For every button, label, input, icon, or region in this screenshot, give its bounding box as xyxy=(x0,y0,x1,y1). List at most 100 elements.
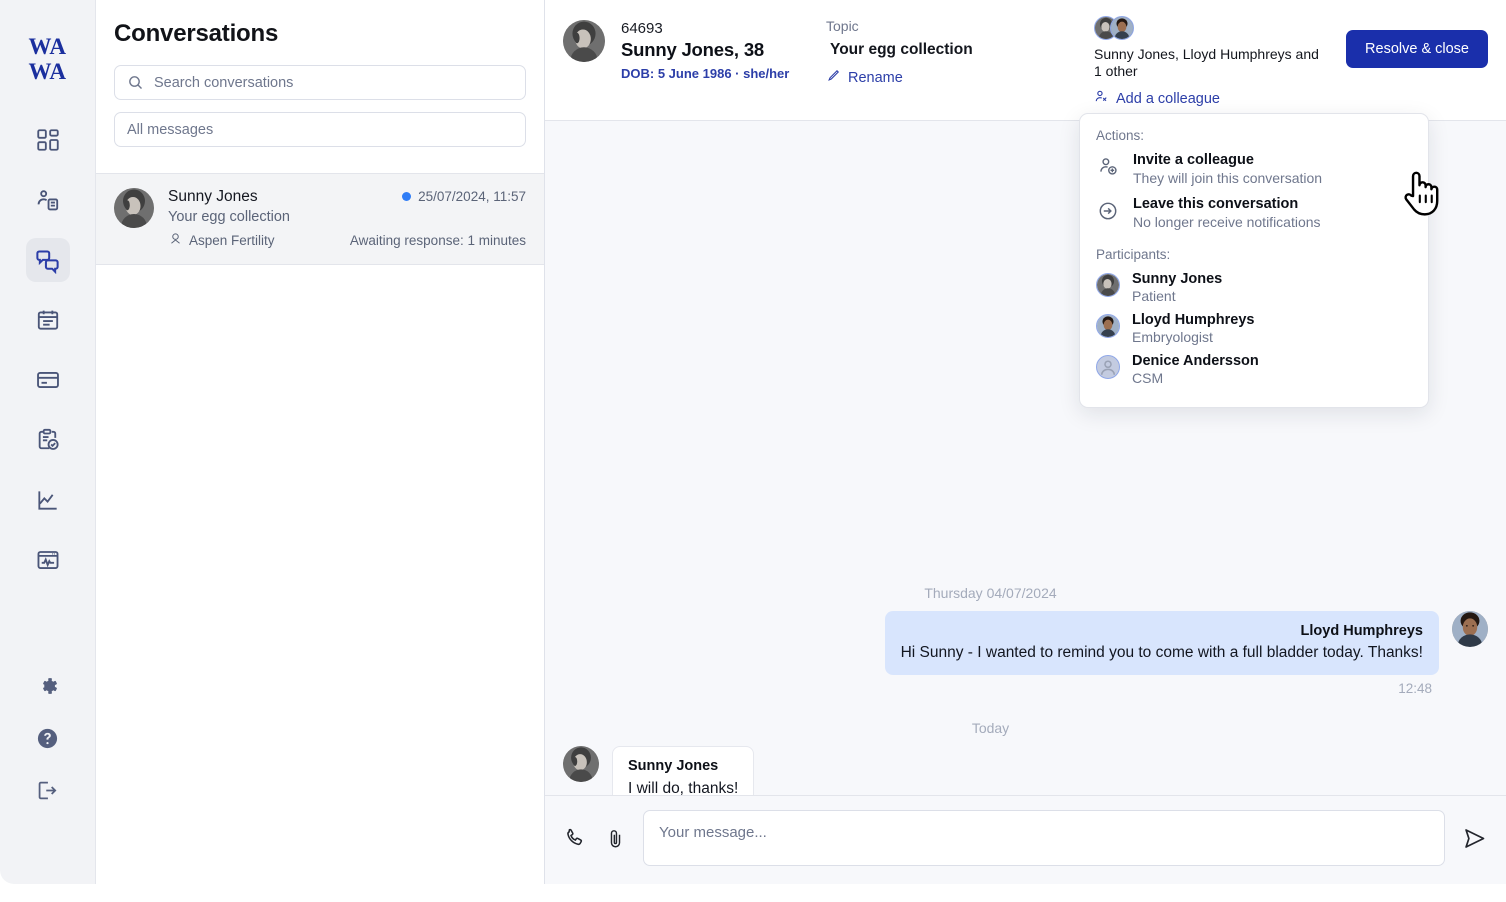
avatar xyxy=(563,20,605,62)
list-item-status: Awaiting response: 1 minutes xyxy=(350,233,526,248)
sidebar-item-dashboard[interactable] xyxy=(26,118,70,162)
popup-participant-text: Lloyd Humphreys Embryologist xyxy=(1132,312,1254,345)
message-text: Hi Sunny - I wanted to remind you to com… xyxy=(901,644,1423,662)
topic-label: Topic xyxy=(826,18,1076,34)
logo-line-1: WA xyxy=(28,34,66,59)
page-title: Conversations xyxy=(114,20,526,48)
popup-participant-role: Patient xyxy=(1132,288,1222,304)
popup-participant-name: Lloyd Humphreys xyxy=(1132,312,1254,328)
resolve-and-close-button[interactable]: Resolve & close xyxy=(1346,30,1488,68)
list-item-timestamp: 25/07/2024, 11:57 xyxy=(402,189,526,204)
list-item-time-text: 25/07/2024, 11:57 xyxy=(418,189,526,204)
leave-conversation-title: Leave this conversation xyxy=(1133,196,1321,212)
invite-colleague-text: Invite a colleague They will join this c… xyxy=(1133,152,1322,186)
conversations-icon xyxy=(34,247,61,274)
date-separator: Thursday 04/07/2024 xyxy=(563,585,1488,601)
message-text: I will do, thanks! xyxy=(628,780,738,795)
search-input[interactable]: Search conversations xyxy=(114,65,526,100)
invite-colleague-title: Invite a colleague xyxy=(1133,152,1322,168)
dashboard-icon xyxy=(35,127,61,153)
popup-participant-name: Sunny Jones xyxy=(1132,271,1222,287)
popup-participant-row[interactable]: Lloyd Humphreys Embryologist xyxy=(1096,309,1412,350)
popup-participant-row[interactable]: Sunny Jones Patient xyxy=(1096,268,1412,309)
list-item[interactable]: Sunny Jones 25/07/2024, 11:57 Your egg c… xyxy=(96,173,544,265)
message-author: Lloyd Humphreys xyxy=(901,623,1423,639)
conversation-list-header: Conversations Search conversations All m… xyxy=(96,0,544,173)
popup-participant-text: Denice Andersson CSM xyxy=(1132,353,1259,386)
sidebar-item-help[interactable] xyxy=(26,716,70,760)
leave-conversation-text: Leave this conversation No longer receiv… xyxy=(1133,196,1321,230)
rail-bottom-items xyxy=(0,664,95,812)
conversation-list-panel: Conversations Search conversations All m… xyxy=(96,0,545,884)
avatar xyxy=(1452,611,1488,647)
question-circle-icon xyxy=(35,726,60,751)
rename-label: Rename xyxy=(848,70,903,86)
participant-avatar-stack[interactable] xyxy=(1094,16,1328,40)
popup-participant-role: CSM xyxy=(1132,370,1259,386)
app-logo[interactable]: WA WA xyxy=(28,34,66,84)
popup-participant-row[interactable]: Denice Andersson CSM xyxy=(1096,350,1412,391)
list-item-name: Sunny Jones xyxy=(168,188,258,206)
sidebar-item-patients[interactable] xyxy=(26,178,70,222)
clipboard-check-icon xyxy=(35,427,61,453)
send-button[interactable] xyxy=(1461,825,1488,852)
avatar xyxy=(1096,314,1120,338)
sidebar-item-billing[interactable] xyxy=(26,358,70,402)
list-item-clinic-text: Aspen Fertility xyxy=(189,233,275,248)
message-filter-value: All messages xyxy=(127,122,213,138)
pencil-icon xyxy=(826,68,841,87)
patient-name: Sunny Jones, 38 xyxy=(621,39,789,61)
calendar-icon xyxy=(35,307,61,333)
paperclip-icon[interactable] xyxy=(604,827,627,850)
patient-record-icon xyxy=(35,187,61,213)
participants-block[interactable]: Sunny Jones, Lloyd Humphreys and 1 other… xyxy=(1094,14,1328,108)
invite-colleague-action[interactable]: Invite a colleague They will join this c… xyxy=(1096,149,1412,193)
phone-icon[interactable] xyxy=(563,826,588,851)
popup-participant-role: Embryologist xyxy=(1132,329,1254,345)
sidebar-item-analytics[interactable] xyxy=(26,478,70,522)
message-row-outgoing: Lloyd Humphreys Hi Sunny - I wanted to r… xyxy=(563,611,1488,675)
message-bubble: Sunny Jones I will do, thanks! xyxy=(612,746,754,795)
avatar-placeholder xyxy=(1096,355,1120,379)
date-separator: Today xyxy=(563,720,1488,736)
leave-conversation-action[interactable]: Leave this conversation No longer receiv… xyxy=(1096,193,1412,237)
list-item-clinic: Aspen Fertility xyxy=(168,231,275,249)
search-input-placeholder: Search conversations xyxy=(154,75,293,91)
popup-participant-name: Denice Andersson xyxy=(1132,353,1259,369)
avatar xyxy=(563,746,599,782)
sidebar-item-monitoring[interactable] xyxy=(26,538,70,582)
leave-arrow-icon xyxy=(1096,196,1120,222)
add-colleague-label: Add a colleague xyxy=(1116,91,1220,107)
participants-popup: Actions: Invite a colleague They will jo… xyxy=(1079,113,1429,408)
topic-value: Your egg collection xyxy=(826,41,1076,59)
logo-line-2: WA xyxy=(28,59,66,84)
credit-card-icon xyxy=(35,367,61,393)
conversation-header: 64693 Sunny Jones, 38 DOB: 5 June 1986 ·… xyxy=(545,0,1506,121)
invite-colleague-subtitle: They will join this conversation xyxy=(1133,170,1322,186)
message-author: Sunny Jones xyxy=(628,758,738,774)
sidebar-item-conversations[interactable] xyxy=(26,238,70,282)
list-item-topic: Your egg collection xyxy=(168,209,526,225)
sidebar-item-calendar[interactable] xyxy=(26,298,70,342)
message-composer: Your message... xyxy=(545,795,1506,884)
person-add-icon xyxy=(1094,89,1109,108)
list-item-body: Sunny Jones 25/07/2024, 11:57 Your egg c… xyxy=(168,188,526,249)
search-icon xyxy=(127,74,144,91)
message-filter-select[interactable]: All messages xyxy=(114,112,526,147)
message-input[interactable]: Your message... xyxy=(643,810,1445,866)
message-row-incoming: Sunny Jones I will do, thanks! xyxy=(563,746,1488,795)
topic-block: Topic Your egg collection Rename xyxy=(826,14,1076,87)
sidebar-item-settings[interactable] xyxy=(26,664,70,708)
sidebar-item-tasks[interactable] xyxy=(26,418,70,462)
participants-summary: Sunny Jones, Lloyd Humphreys and 1 other xyxy=(1094,46,1328,80)
rail-nav-items xyxy=(26,118,70,582)
sidebar-item-logout[interactable] xyxy=(26,768,70,812)
message-timestamp: 12:48 xyxy=(563,681,1488,696)
message-input-placeholder: Your message... xyxy=(659,824,767,841)
leave-conversation-subtitle: No longer receive notifications xyxy=(1133,214,1321,230)
popup-actions-label: Actions: xyxy=(1096,128,1412,143)
rename-button[interactable]: Rename xyxy=(826,68,1076,87)
location-pin-icon xyxy=(168,231,183,249)
popup-participants-label: Participants: xyxy=(1096,247,1412,262)
add-colleague-button[interactable]: Add a colleague xyxy=(1094,89,1328,108)
